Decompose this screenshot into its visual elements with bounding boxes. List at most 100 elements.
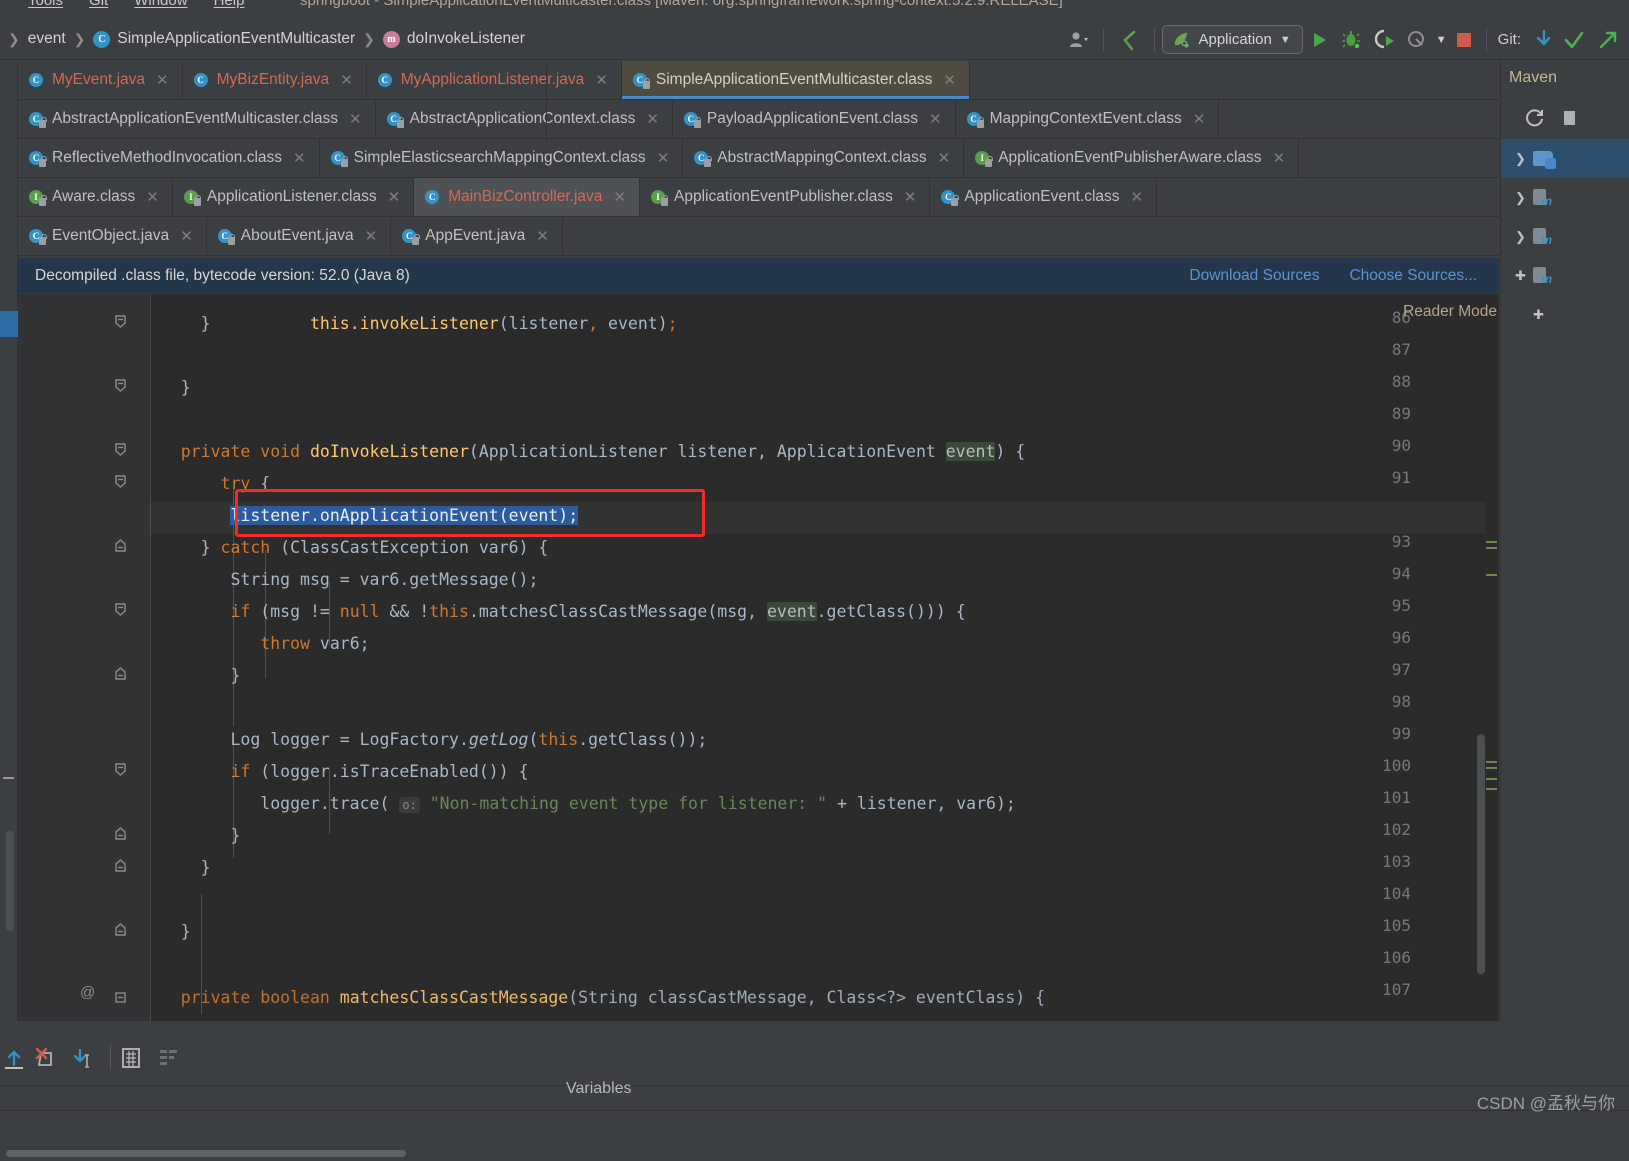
- choose-sources-link[interactable]: Choose Sources...: [1349, 267, 1477, 285]
- debug-icon[interactable]: [1335, 19, 1368, 60]
- chevron-down-icon[interactable]: ✚: [1515, 268, 1527, 284]
- tab-simpleapplicationeventmulticaster-class[interactable]: C SimpleApplicationEventMulticaster.clas…: [622, 61, 970, 100]
- close-icon[interactable]: ✕: [365, 227, 378, 245]
- back-arrow-icon[interactable]: [1111, 19, 1147, 60]
- close-icon[interactable]: ✕: [657, 149, 670, 167]
- tab-abstractapplicationcontext-class[interactable]: C AbstractApplicationContext.class ✕: [376, 100, 673, 139]
- drop-frame-icon[interactable]: [35, 1047, 61, 1074]
- download-sources-link[interactable]: Download Sources: [1189, 267, 1319, 285]
- close-icon[interactable]: ✕: [938, 149, 951, 167]
- tab-mainbizcontroller-java[interactable]: C MainBizController.java ✕: [414, 178, 640, 217]
- tab-applicationlistener-class[interactable]: I ApplicationListener.class ✕: [173, 178, 414, 217]
- close-icon[interactable]: ✕: [293, 149, 306, 167]
- menu-item-window[interactable]: Window: [134, 0, 187, 9]
- person-icon[interactable]: [1062, 19, 1096, 60]
- editor-scrollbar-thumb[interactable]: [1477, 734, 1485, 974]
- fold-marker-collapse[interactable]: [113, 378, 128, 393]
- close-icon[interactable]: ✕: [595, 71, 608, 89]
- annotation-gutter-icon[interactable]: @: [80, 984, 95, 1001]
- fold-marker-collapse[interactable]: [113, 602, 128, 617]
- layout-settings-icon[interactable]: [158, 1047, 180, 1070]
- menu-item-tools[interactable]: Tools: [28, 0, 63, 9]
- tab-myapplicationlistener-java[interactable]: C MyApplicationListener.java ✕: [367, 61, 622, 100]
- code-content[interactable]: this.invokeListener(listener, event); } …: [151, 294, 1499, 1021]
- fold-marker-expand[interactable]: [113, 922, 128, 937]
- fold-marker-expand[interactable]: [113, 826, 128, 841]
- close-icon[interactable]: ✕: [340, 71, 353, 89]
- close-icon[interactable]: ✕: [388, 188, 401, 206]
- tab-mappingcontextevent-class[interactable]: C MappingContextEvent.class ✕: [956, 100, 1220, 139]
- profiler-icon[interactable]: [1401, 19, 1434, 60]
- evaluate-expression-icon[interactable]: [120, 1047, 142, 1072]
- tab-applicationeventpublisheraware-class[interactable]: I ApplicationEventPublisherAware.class ✕: [964, 139, 1299, 178]
- close-icon[interactable]: ✕: [613, 188, 626, 206]
- chevron-right-icon[interactable]: ❯: [1515, 190, 1527, 206]
- fold-marker-collapse[interactable]: [113, 442, 128, 457]
- close-icon[interactable]: ✕: [180, 227, 193, 245]
- chevron-down-icon[interactable]: ✚: [1533, 307, 1545, 323]
- chevron-right-icon[interactable]: ❯: [1515, 229, 1527, 245]
- fold-marker-expand[interactable]: [113, 538, 128, 553]
- add-icon[interactable]: [1561, 109, 1579, 130]
- close-icon[interactable]: ✕: [929, 110, 942, 128]
- breadcrumb-item-method[interactable]: m doInvokeListener: [383, 30, 525, 48]
- refresh-icon[interactable]: [1523, 107, 1545, 132]
- tab-aboutevent-java[interactable]: C AboutEvent.java ✕: [207, 217, 391, 256]
- maven-tree-row[interactable]: ✚ m: [1501, 256, 1629, 295]
- fold-marker-collapse[interactable]: [113, 474, 128, 489]
- close-icon[interactable]: ✕: [146, 188, 159, 206]
- run-with-coverage-icon[interactable]: [1368, 19, 1401, 60]
- tab-applicationeventpublisher-class[interactable]: I ApplicationEventPublisher.class ✕: [640, 178, 930, 217]
- tab-aware-class[interactable]: I Aware.class ✕: [18, 178, 173, 217]
- editor-marker-strip[interactable]: [1485, 294, 1499, 1021]
- maven-tool-window[interactable]: Maven ❯ ❯ m ❯ m: [1500, 61, 1629, 1021]
- maven-tree-row[interactable]: ✚: [1501, 295, 1629, 334]
- tab-appevent-java[interactable]: C AppEvent.java ✕: [391, 217, 563, 256]
- tab-reflectivemethodinvocation-class[interactable]: C ReflectiveMethodInvocation.class ✕: [18, 139, 320, 178]
- fold-marker-collapse[interactable]: [113, 990, 128, 1005]
- code-editor[interactable]: 86 87 88 89 90 91 92 93 94 95 96 97 98 9…: [18, 294, 1499, 1021]
- run-to-cursor-icon[interactable]: [70, 1047, 96, 1074]
- breadcrumb-item-event[interactable]: event: [28, 30, 66, 48]
- step-out-icon[interactable]: [2, 1047, 26, 1074]
- run-icon[interactable]: [1303, 19, 1335, 60]
- tab-applicationevent-class[interactable]: C ApplicationEvent.class ✕: [930, 178, 1157, 217]
- close-icon[interactable]: ✕: [646, 110, 659, 128]
- maven-tree-row[interactable]: ❯ m: [1501, 217, 1629, 256]
- maven-tree-row[interactable]: ❯ m: [1501, 178, 1629, 217]
- tab-simpleelasticsearchmappingcontext-class[interactable]: C SimpleElasticsearchMappingContext.clas…: [320, 139, 684, 178]
- fold-marker-expand[interactable]: [113, 666, 128, 681]
- tab-abstractmappingcontext-class[interactable]: C AbstractMappingContext.class ✕: [683, 139, 964, 178]
- push-icon[interactable]: [1591, 19, 1625, 60]
- editor-gutter[interactable]: [18, 294, 151, 1021]
- close-icon[interactable]: ✕: [1131, 188, 1144, 206]
- chevron-right-icon[interactable]: ❯: [1515, 151, 1527, 167]
- frames-horizontal-scrollbar[interactable]: [6, 1150, 406, 1157]
- breadcrumb-item-class[interactable]: C SimpleApplicationEventMulticaster: [93, 30, 355, 48]
- reader-mode-label[interactable]: Reader Mode: [1403, 303, 1497, 321]
- fold-marker-collapse[interactable]: [113, 762, 128, 777]
- menu-item-help[interactable]: Help: [214, 0, 245, 9]
- tab-payloadapplicationevent-class[interactable]: C PayloadApplicationEvent.class ✕: [673, 100, 956, 139]
- tab-myevent-java[interactable]: C MyEvent.java ✕: [18, 61, 183, 100]
- close-icon[interactable]: ✕: [349, 110, 362, 128]
- maven-tree-row[interactable]: ❯: [1501, 139, 1629, 178]
- close-icon[interactable]: ✕: [156, 71, 169, 89]
- close-icon[interactable]: ✕: [1273, 149, 1286, 167]
- commit-icon[interactable]: [1557, 19, 1591, 60]
- left-strip-scrollbar[interactable]: [6, 831, 14, 931]
- close-icon[interactable]: ✕: [536, 227, 549, 245]
- close-icon[interactable]: ✕: [943, 71, 956, 89]
- fold-marker-expand[interactable]: [113, 858, 128, 873]
- profiler-dropdown-icon[interactable]: ▼: [1434, 19, 1449, 60]
- stop-icon[interactable]: [1449, 19, 1479, 60]
- tab-mybizentity-java[interactable]: C MyBizEntity.java ✕: [183, 61, 367, 100]
- close-icon[interactable]: ✕: [904, 188, 917, 206]
- tab-abstractapplicationeventmulticaster-class[interactable]: C AbstractApplicationEventMulticaster.cl…: [18, 100, 376, 139]
- menu-item-git[interactable]: Git: [89, 0, 108, 9]
- close-icon[interactable]: ✕: [1193, 110, 1206, 128]
- run-configuration-selector[interactable]: Application ▼: [1162, 25, 1302, 54]
- update-project-icon[interactable]: [1525, 19, 1557, 60]
- fold-marker-collapse[interactable]: [113, 314, 128, 329]
- tab-eventobject-java[interactable]: C EventObject.java ✕: [18, 217, 207, 256]
